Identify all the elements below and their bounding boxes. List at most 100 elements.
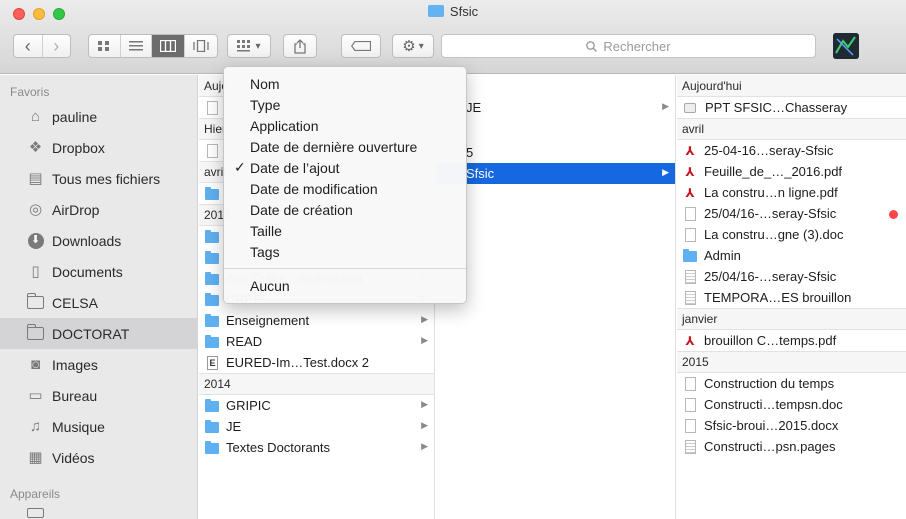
sidebar-item-vid-os[interactable]: ▦ Vidéos [0,442,197,473]
menu-separator [224,268,466,269]
folder-icon [205,187,219,200]
folder-row[interactable]: READ ▶ [199,331,434,352]
file-row[interactable]: ⅄ brouillon C…temps.pdf [677,330,906,351]
presentation-icon [684,102,696,113]
sidebar-item-airdrop[interactable]: ◎ AirDrop [0,194,197,225]
sidebar: Favoris ⌂ pauline ❖ Dropbox ▤ Tous mes fichie… [0,75,198,519]
list-view-icon [128,41,143,51]
folder-row[interactable]: GRIPIC ▶ [199,395,434,416]
back-button[interactable]: ‹ [14,35,43,57]
menu-item-sort-7[interactable]: Taille [224,220,466,241]
pages-document-icon [685,290,696,305]
file-row[interactable]: E EURED-Im…Test.docx 2 [199,352,434,373]
icon-view-button[interactable] [89,35,121,57]
sidebar-item-tous-mes-fichiers[interactable]: ▤ Tous mes fichiers [0,163,197,194]
list-item-label: Constructi…tempsn.doc [704,397,843,412]
sidebar-item-label: Musique [52,418,105,435]
column-sfsic-parent: JE ▶ 5 Sfsic ▶ [436,75,676,519]
cover-flow-button[interactable] [185,35,217,57]
menu-item-label: Date de l’ajout [250,159,340,176]
word-document-icon: E [207,355,218,370]
gear-icon: ⚙ [402,38,416,55]
action-button[interactable]: ⚙ ▾ [392,34,434,58]
sidebar-item-bureau[interactable]: ▭ Bureau [0,380,197,411]
action-chevron-icon: ▾ [418,40,424,52]
sidebar-item-doctorat[interactable]: DOCTORAT [0,318,197,349]
chevron-right-icon: ▶ [421,335,428,345]
list-item-5[interactable]: 5 [436,141,675,163]
sidebar-item-label: Documents [52,263,123,280]
sidebar-item-label: Downloads [52,232,122,249]
sidebar-item-celsa[interactable]: CELSA [0,287,197,318]
file-row[interactable]: Sfsic-broui…2015.docx [677,415,906,436]
folder-row[interactable]: JE ▶ [199,416,434,437]
arrange-grid-icon [237,40,251,52]
sidebar-item-label: CELSA [52,294,98,311]
sidebar-item-label: Bureau [52,387,98,404]
edit-tags-button[interactable] [341,34,381,58]
folder-row[interactable]: Admin [677,245,906,266]
sidebar-item-dropbox[interactable]: ❖ Dropbox [0,132,197,163]
group-header-today: Aujourd'hui [677,75,906,97]
menu-item-sort-6[interactable]: Date de création [224,199,466,220]
share-button[interactable] [283,34,317,58]
toolbar-app-icon[interactable] [833,33,859,59]
list-item-sfsic[interactable]: Sfsic ▶ [436,163,675,184]
menu-item-sort-8[interactable]: Tags [224,241,466,262]
folder-icon [683,249,697,262]
menu-item-none[interactable]: Aucun [224,275,466,296]
document-icon [685,206,696,221]
column-view-button[interactable] [152,35,185,57]
file-row[interactable]: PPT SFSIC…Chasseray [677,97,906,118]
menu-item-sort-2[interactable]: Application [224,115,466,136]
sidebar-item-musique[interactable]: ♫ Musique [0,411,197,442]
list-item-label: brouillon C…temps.pdf [704,333,837,348]
list-item-label: Sfsic [466,166,495,181]
file-row[interactable]: 25/04/16-…seray-Sfsic [677,203,906,224]
forward-button[interactable]: › [43,35,71,57]
file-row[interactable]: ⅄ La constru…n ligne.pdf [677,182,906,203]
sort-by-menu: Nom Type Application Date de dernière ouver… [223,66,467,304]
search-placeholder: Rechercher [603,38,671,54]
file-row[interactable]: 25/04/16-…seray-Sfsic [677,266,906,287]
film-icon: ▦ [28,449,43,466]
dropbox-icon: ❖ [28,139,43,156]
sidebar-item-documents[interactable]: ▯ Documents [0,256,197,287]
file-row[interactable]: ⅄ Feuille_de_…_2016.pdf [677,161,906,182]
list-item-je[interactable]: JE ▶ [436,97,675,118]
sidebar-item-downloads[interactable]: ⬇ Downloads [0,225,197,256]
chevron-right-icon: ▶ [421,420,428,430]
menu-item-sort-0[interactable]: Nom [224,73,466,94]
file-row[interactable]: TEMPORA…ES brouillon [677,287,906,308]
menu-item-sort-1[interactable]: Type [224,94,466,115]
favorites-list: ⌂ pauline ❖ Dropbox ▤ Tous mes fichiers ◎ AirDr… [0,101,197,473]
folder-icon [26,293,44,310]
arrange-button[interactable]: ▾ [227,34,271,58]
menu-item-sort-4[interactable]: ✓ Date de l’ajout [224,157,466,178]
menu-item-label: Date de modification [250,180,378,197]
search-field[interactable]: Rechercher [441,34,816,58]
menu-item-sort-5[interactable]: Date de modification [224,178,466,199]
menu-item-sort-3[interactable]: Date de dernière ouverture [224,136,466,157]
sidebar-item-device-partial[interactable] [0,503,197,519]
folder-icon [205,230,219,243]
file-row[interactable]: Constructi…tempsn.doc [677,394,906,415]
list-view-button[interactable] [121,35,153,57]
list-item-label: Feuille_de_…_2016.pdf [704,164,843,179]
file-row[interactable]: Constructi…psn.pages [677,436,906,457]
file-row[interactable]: Construction du temps [677,373,906,394]
folder-row[interactable]: Textes Doctorants ▶ [199,437,434,458]
view-mode-control [88,34,218,58]
menu-item-label: Date de dernière ouverture [250,138,418,155]
sidebar-item-label: AirDrop [52,201,100,218]
file-row[interactable]: ⅄ 25-04-16…seray-Sfsic [677,140,906,161]
documents-icon: ▯ [31,263,40,280]
column-sfsic: Aujourd'hui PPT SFSIC…Chasseray avril ⅄ 2… [677,75,906,519]
file-row[interactable]: La constru…gne (3).doc [677,224,906,245]
sidebar-item-pauline[interactable]: ⌂ pauline [0,101,197,132]
sidebar-item-images[interactable]: ◙ Images [0,349,197,380]
folder-row[interactable]: Enseignement ▶ [199,310,434,331]
folder-icon [205,399,219,412]
list-item-label: Sfsic-broui…2015.docx [704,418,839,433]
list-item-label: La constru…n ligne.pdf [704,185,838,200]
